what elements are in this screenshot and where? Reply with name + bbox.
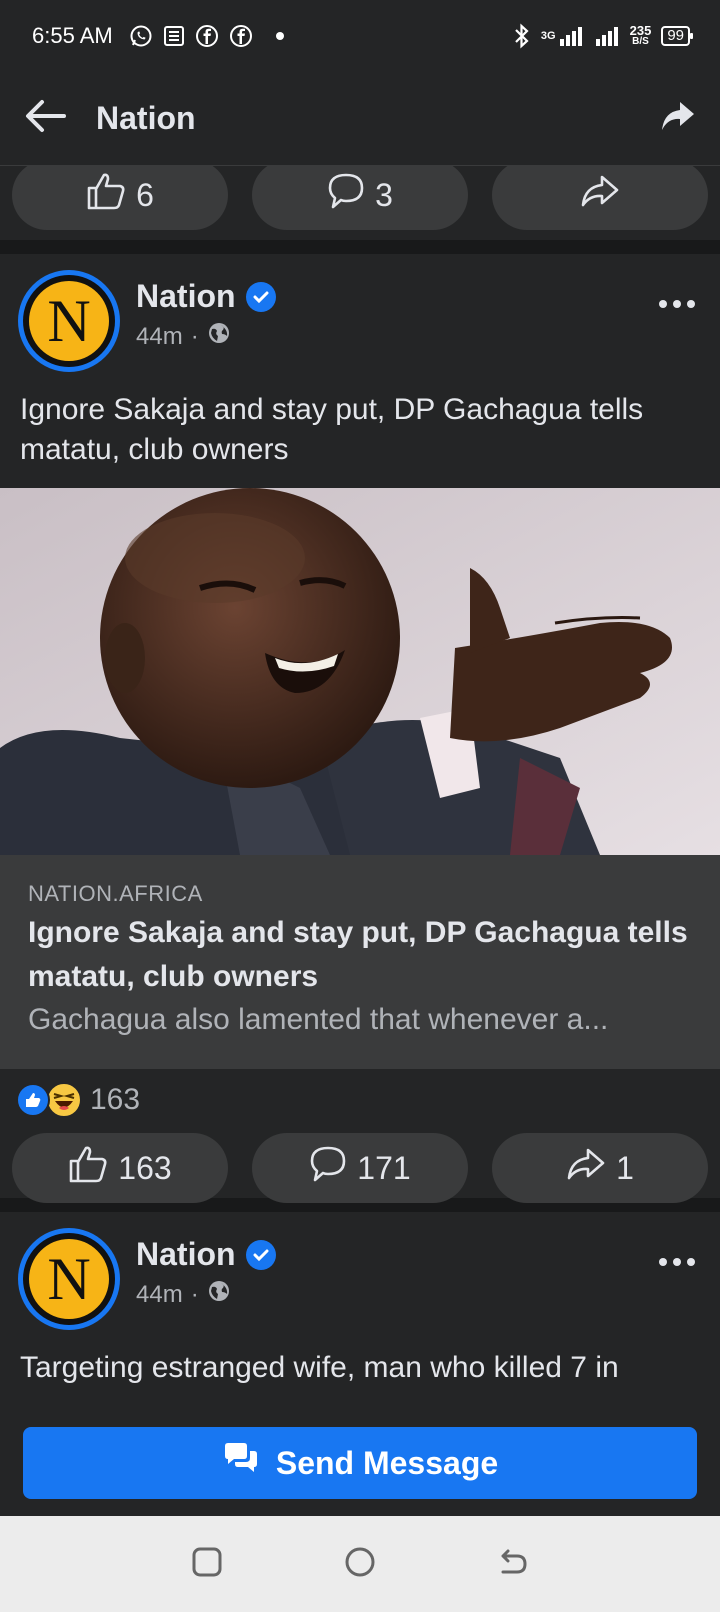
- link-title: Ignore Sakaja and stay put, DP Gachagua …: [28, 916, 688, 993]
- post-author[interactable]: Nation: [136, 1236, 236, 1273]
- globe-icon: [207, 321, 231, 352]
- home-icon[interactable]: [344, 1546, 376, 1583]
- link-description: Gachagua also lamented that whenever a..…: [28, 1003, 609, 1036]
- link-domain: NATION.AFRICA: [28, 881, 203, 906]
- network-speed: 235 B/S: [629, 23, 652, 47]
- post-image[interactable]: [0, 488, 720, 855]
- signal-icon: [594, 25, 620, 47]
- facebook-icon: [195, 24, 219, 48]
- comment-button[interactable]: 171: [252, 1133, 468, 1203]
- page-title: Nation: [96, 100, 196, 136]
- send-message-button[interactable]: Send Message: [23, 1427, 697, 1499]
- status-bar: 6:55 AM 3G 235 B/S 99: [0, 0, 720, 72]
- thumbs-up-icon: [68, 1144, 108, 1192]
- like-button[interactable]: 6: [12, 166, 228, 230]
- dot-icon: [275, 31, 285, 41]
- signal-3g-icon: 3G: [541, 25, 584, 47]
- post-text: Ignore Sakaja and stay put, DP Gachagua …: [20, 393, 644, 466]
- facebook-icon: [229, 24, 253, 48]
- feed[interactable]: 6 3 N Nation 44m · Ignore Sakaja and sta…: [0, 166, 720, 1410]
- back-arrow-icon[interactable]: [24, 99, 66, 138]
- post-text: Targeting estranged wife, man who killed…: [20, 1351, 619, 1384]
- share-arrow-icon: [566, 1147, 606, 1189]
- nation-logo-icon: N: [29, 1239, 109, 1319]
- post: N Nation 44m ·: [0, 1212, 720, 1410]
- avatar[interactable]: N: [18, 1228, 120, 1330]
- avatar[interactable]: N: [18, 270, 120, 372]
- link-preview[interactable]: NATION.AFRICA Ignore Sakaja and stay put…: [0, 855, 720, 1069]
- haha-reaction-icon: [46, 1082, 82, 1118]
- thumbs-up-icon: [86, 171, 126, 219]
- reaction-count: 163: [90, 1083, 141, 1116]
- verified-badge-icon: [245, 281, 276, 312]
- back-icon[interactable]: [497, 1546, 529, 1583]
- battery-icon: 99: [661, 26, 693, 46]
- messenger-chat-icon: [222, 1442, 260, 1484]
- comment-button[interactable]: 3: [252, 166, 468, 230]
- post: N Nation 44m ·: [0, 254, 720, 1203]
- globe-icon: [207, 1279, 231, 1310]
- whatsapp-icon: [129, 24, 153, 48]
- comment-icon: [327, 172, 365, 218]
- more-options-icon[interactable]: [658, 1228, 702, 1272]
- more-options-icon[interactable]: [658, 270, 702, 314]
- nation-logo-icon: N: [29, 281, 109, 361]
- app-bar: Nation: [0, 72, 720, 166]
- recent-apps-icon[interactable]: [191, 1546, 223, 1583]
- system-nav-bar: [0, 1516, 720, 1612]
- send-message-bar: Send Message: [0, 1410, 720, 1516]
- previous-post-actions: 6 3: [0, 166, 720, 240]
- verified-badge-icon: [245, 1239, 276, 1270]
- share-button[interactable]: 1: [492, 1133, 708, 1203]
- bluetooth-icon: [513, 23, 531, 49]
- share-arrow-icon: [580, 174, 620, 216]
- comment-icon: [309, 1145, 347, 1191]
- like-button[interactable]: 163: [12, 1133, 228, 1203]
- news-icon: [163, 25, 185, 47]
- status-time: 6:55 AM: [32, 23, 113, 48]
- share-icon[interactable]: [660, 100, 696, 137]
- like-reaction-icon: [16, 1083, 50, 1117]
- reactions-summary[interactable]: 163: [0, 1069, 720, 1131]
- post-time[interactable]: 44m: [136, 323, 183, 351]
- post-time[interactable]: 44m: [136, 1281, 183, 1309]
- share-button[interactable]: [492, 166, 708, 230]
- post-author[interactable]: Nation: [136, 278, 236, 315]
